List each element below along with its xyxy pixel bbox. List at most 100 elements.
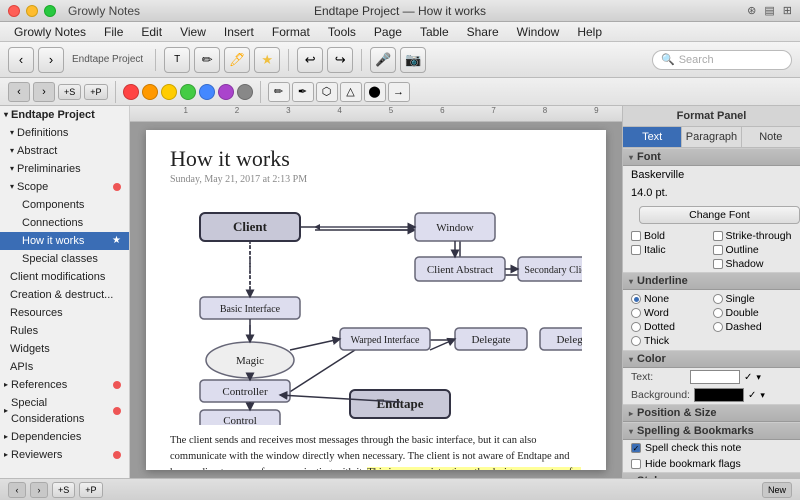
hide-bookmarks-row[interactable]: Hide bookmark flags [623, 456, 800, 472]
undo-button[interactable]: ↩ [297, 47, 323, 73]
menu-window[interactable]: Window [509, 22, 568, 42]
nav-back-btn[interactable]: ‹ [8, 82, 30, 102]
text-tool[interactable]: T [164, 47, 190, 73]
sidebar-item-endtape[interactable]: ▾ Endtape Project [0, 106, 129, 124]
change-font-button[interactable]: Change Font [639, 206, 800, 224]
menu-view[interactable]: View [172, 22, 214, 42]
sidebar-item-references[interactable]: ▸ References [0, 376, 129, 394]
star-tool[interactable]: ★ [254, 47, 280, 73]
color-red[interactable] [123, 84, 139, 100]
bg-color-swatch[interactable] [694, 388, 744, 402]
underline-section-header[interactable]: ▾ Underline [623, 272, 800, 290]
pencil-tool[interactable]: ✏ [194, 47, 220, 73]
sidebar-item-abstract[interactable]: ▾ Abstract [0, 142, 129, 160]
menu-page[interactable]: Page [366, 22, 410, 42]
underline-double[interactable]: Double [713, 307, 793, 319]
sidebar-item-scope[interactable]: ▾ Scope [0, 178, 129, 196]
menu-share[interactable]: Share [459, 22, 507, 42]
sidebar-item-connections[interactable]: Connections [0, 214, 129, 232]
bottom-fwd-btn[interactable]: › [30, 482, 48, 498]
sidebar-label: Widgets [10, 341, 50, 357]
dropdown-icon[interactable]: ▾ [756, 372, 761, 383]
mic-tool[interactable]: 🎤 [370, 47, 396, 73]
shortcut-s[interactable]: +S [58, 84, 81, 100]
strikethrough-checkbox[interactable]: Strike-through [713, 230, 793, 242]
outline-checkbox[interactable]: Outline [713, 244, 793, 256]
minimize-button[interactable] [26, 5, 38, 17]
tab-paragraph[interactable]: Paragraph [682, 127, 741, 147]
bottom-tag-p[interactable]: +P [79, 482, 102, 498]
color-gray[interactable] [237, 84, 253, 100]
menu-file[interactable]: File [96, 22, 131, 42]
sidebar-item-resources[interactable]: Resources [0, 304, 129, 322]
close-button[interactable] [8, 5, 20, 17]
highlight-tool[interactable]: 🖊 [224, 47, 250, 73]
spelling-section-header[interactable]: ▾ Spelling & Bookmarks [623, 422, 800, 440]
titlebar-right: ⊛ ▤ ⊞ [747, 4, 792, 17]
underline-dashed[interactable]: Dashed [713, 321, 793, 333]
menu-table[interactable]: Table [412, 22, 457, 42]
camera-tool[interactable]: 📷 [400, 47, 426, 73]
draw-btn-4[interactable]: △ [340, 82, 362, 102]
color-yellow[interactable] [161, 84, 177, 100]
draw-btn-1[interactable]: ✏ [268, 82, 290, 102]
color-blue[interactable] [199, 84, 215, 100]
sidebar-item-widgets[interactable]: Widgets [0, 340, 129, 358]
bottom-back-btn[interactable]: ‹ [8, 482, 26, 498]
bg-dropdown-icon[interactable]: ▾ [760, 390, 765, 401]
nav-fwd-btn[interactable]: › [33, 82, 55, 102]
color-purple[interactable] [218, 84, 234, 100]
shortcut-p[interactable]: +P [84, 84, 107, 100]
sidebar-item-definitions[interactable]: ▾ Definitions [0, 124, 129, 142]
maximize-button[interactable] [44, 5, 56, 17]
search-box[interactable]: 🔍 Search [652, 50, 792, 70]
shadow-checkbox[interactable]: Shadow [713, 258, 793, 270]
bottom-tag-s[interactable]: +S [52, 482, 75, 498]
underline-word[interactable]: Word [631, 307, 711, 319]
spell-check-row[interactable]: ✓ Spell check this note [623, 440, 800, 456]
menu-format[interactable]: Format [264, 22, 318, 42]
underline-dotted[interactable]: Dotted [631, 321, 711, 333]
radio-word [631, 308, 641, 318]
sidebar-item-preliminaries[interactable]: ▾ Preliminaries [0, 160, 129, 178]
sidebar-item-how-it-works[interactable]: How it works ★ [0, 232, 129, 250]
sidebar-item-apis[interactable]: APIs [0, 358, 129, 376]
font-section-header[interactable]: ▾ Font [623, 148, 800, 166]
sidebar-item-special-considerations[interactable]: ▸ Special Considerations [0, 394, 129, 428]
doc-scroll[interactable]: How it works Sunday, May 21, 2017 at 2:1… [130, 122, 622, 478]
sidebar-item-creation[interactable]: Creation & destruct... [0, 286, 129, 304]
text-color-swatch[interactable] [690, 370, 740, 384]
italic-checkbox[interactable]: Italic [631, 244, 711, 256]
color-orange[interactable] [142, 84, 158, 100]
menu-tools[interactable]: Tools [320, 22, 364, 42]
underline-thick[interactable]: Thick [631, 335, 711, 347]
underline-single[interactable]: Single [713, 293, 793, 305]
sidebar-item-reviewers[interactable]: ▸ Reviewers [0, 446, 129, 464]
menu-growly[interactable]: Growly Notes [6, 22, 94, 42]
sidebar-item-rules[interactable]: Rules [0, 322, 129, 340]
draw-btn-5[interactable]: ⬤ [364, 82, 386, 102]
menu-edit[interactable]: Edit [133, 22, 170, 42]
underline-none[interactable]: None [631, 293, 711, 305]
drawing-tools: ✏ ✒ ⬡ △ ⬤ → [268, 82, 410, 102]
bottom-new-btn[interactable]: New [762, 482, 792, 498]
menu-insert[interactable]: Insert [216, 22, 262, 42]
draw-btn-3[interactable]: ⬡ [316, 82, 338, 102]
menu-help[interactable]: Help [569, 22, 610, 42]
color-section-header[interactable]: ▾ Color [623, 350, 800, 368]
sidebar-item-special-classes[interactable]: Special classes [0, 250, 129, 268]
sidebar-item-dependencies[interactable]: ▸ Dependencies [0, 428, 129, 446]
forward-button[interactable]: › [38, 47, 64, 73]
style-section-header[interactable]: ▾ Style [623, 472, 800, 478]
sidebar-item-client-mods[interactable]: Client modifications [0, 268, 129, 286]
color-green[interactable] [180, 84, 196, 100]
bold-checkbox[interactable]: Bold [631, 230, 711, 242]
position-section-header[interactable]: ▸ Position & Size [623, 404, 800, 422]
sidebar-item-components[interactable]: Components [0, 196, 129, 214]
back-button[interactable]: ‹ [8, 47, 34, 73]
draw-btn-2[interactable]: ✒ [292, 82, 314, 102]
draw-btn-6[interactable]: → [388, 82, 410, 102]
tab-note[interactable]: Note [742, 127, 800, 147]
tab-text[interactable]: Text [623, 127, 682, 147]
redo-button[interactable]: ↪ [327, 47, 353, 73]
